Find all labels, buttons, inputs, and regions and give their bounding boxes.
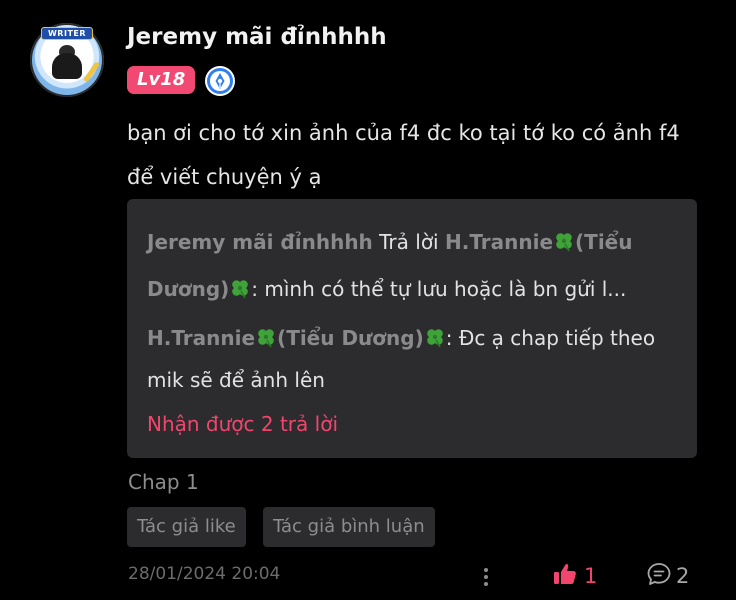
reply-word: Trả lời (372, 230, 445, 254)
comment-bubble-icon (646, 561, 672, 591)
chapter-label[interactable]: Chap 1 (128, 470, 199, 494)
reply-button[interactable]: 2 (646, 561, 689, 591)
thumbs-up-icon (552, 561, 578, 591)
four-leaf-clover-icon (424, 320, 446, 348)
avatar-writer-badge: WRITER (40, 27, 94, 40)
reply-text: : mình có thể tự lưu hoặc là bn gửi l... (251, 277, 627, 301)
timestamp: 28/01/2024 20:04 (128, 564, 281, 584)
like-count: 1 (584, 564, 598, 588)
four-leaf-clover-icon (255, 320, 277, 348)
four-leaf-clover-icon (229, 269, 251, 299)
avatar-pen-icon (83, 61, 100, 83)
reply-author[interactable]: Jeremy mãi đỉnhhhh (147, 230, 373, 254)
level-badge: Lv18 (127, 66, 196, 94)
author-liked-tag: Tác giả like (127, 507, 246, 547)
writer-pen-icon (205, 66, 235, 96)
reply-preview-box[interactable]: Jeremy mãi đỉnhhhh Trả lời H.Trannie (Tiể… (127, 199, 697, 458)
view-more-replies-link[interactable]: Nhận được 2 trả lời (147, 409, 677, 439)
more-vertical-icon[interactable] (474, 563, 498, 591)
reply-author-suffix[interactable]: (Tiểu Dương) (277, 326, 424, 350)
avatar[interactable]: WRITER (30, 23, 104, 97)
author-replied-tag: Tác giả bình luận (263, 507, 435, 547)
like-button[interactable]: 1 (552, 561, 597, 591)
reply-author[interactable]: H.Trannie (147, 326, 255, 350)
reply-item: Jeremy mãi đỉnhhhh Trả lời H.Trannie (Tiể… (147, 219, 677, 313)
reply-count: 2 (676, 564, 690, 588)
four-leaf-clover-icon (553, 222, 575, 252)
comment-card: WRITER Jeremy mãi đỉnhhhh Lv18 bạn ơi ch… (0, 0, 736, 600)
reply-target[interactable]: H.Trannie (445, 230, 553, 254)
author-name[interactable]: Jeremy mãi đỉnhhhh (127, 24, 387, 50)
comment-text: bạn ơi cho tớ xin ảnh của f4 đc ko tại t… (127, 121, 680, 189)
reply-item: H.Trannie (Tiểu Dương): Đc ạ chap tiếp th… (147, 317, 677, 401)
avatar-figure (52, 53, 82, 79)
